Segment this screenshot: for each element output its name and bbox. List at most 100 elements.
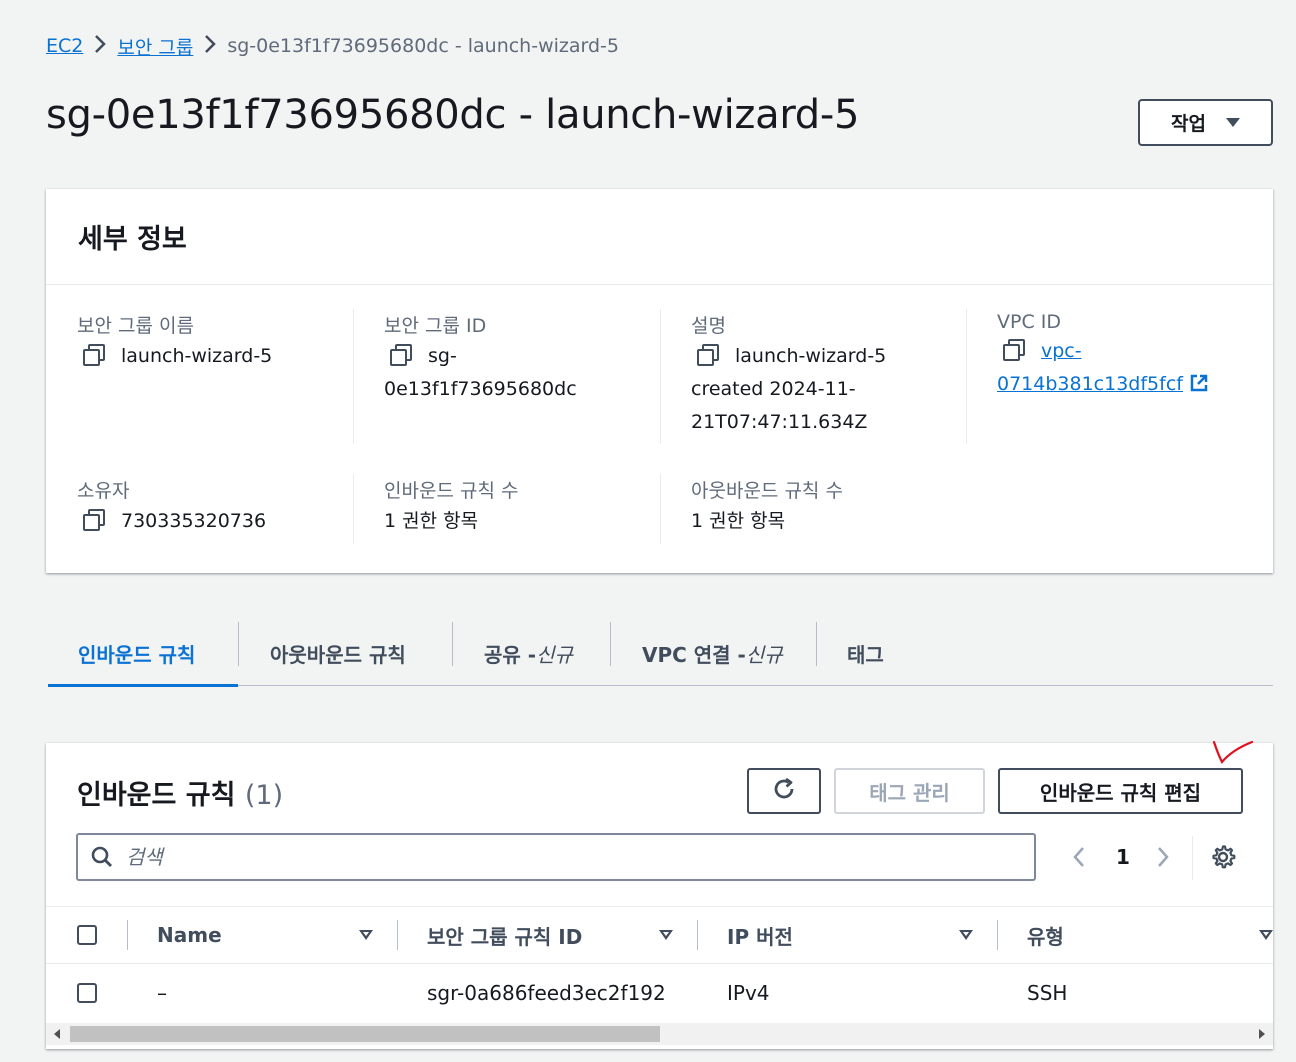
- tab-divider: [610, 622, 611, 666]
- sg-id-value: sg-: [428, 345, 457, 367]
- page-number[interactable]: 1: [1116, 845, 1130, 869]
- rules-title-text: 인바운드 규칙: [77, 780, 236, 811]
- column-divider: [397, 920, 398, 950]
- tab-label: 아웃바운드 규칙: [270, 642, 406, 667]
- column-divider: [966, 309, 967, 444]
- search-input-wrapper[interactable]: [76, 833, 1036, 881]
- inbound-rules-panel: 인바운드 규칙 (1) 태그 관리 인바운드 규칙 편집 1: [46, 743, 1273, 1049]
- tab-divider: [238, 622, 239, 666]
- search-icon: [90, 845, 114, 869]
- column-divider: [997, 920, 998, 950]
- settings-gear-icon[interactable]: [1210, 844, 1236, 870]
- breadcrumb-current: sg-0e13f1f73695680dc - launch-wizard-5: [227, 35, 619, 57]
- caret-down-icon: [1225, 118, 1240, 127]
- outbound-count-field: 아웃바운드 규칙 수 1 권한 항목: [691, 476, 843, 538]
- vpc-id-link[interactable]: vpc-: [1041, 340, 1082, 362]
- edit-inbound-rules-label: 인바운드 규칙 편집: [1039, 780, 1202, 805]
- copy-icon[interactable]: [1003, 338, 1025, 361]
- breadcrumb-security-groups-link[interactable]: 보안 그룹: [117, 33, 193, 60]
- copy-icon[interactable]: [83, 343, 105, 366]
- chevron-left-icon[interactable]: [1072, 845, 1092, 869]
- vpc-id-field: VPC ID vpc- 0714b381c13df5fcf: [997, 311, 1209, 401]
- column-divider: [353, 474, 354, 544]
- column-header-rule-id[interactable]: 보안 그룹 규칙 ID: [427, 907, 582, 963]
- description-value-cont: created 2024-11-: [691, 378, 856, 400]
- chevron-right-icon: [83, 33, 117, 60]
- tab-tags[interactable]: 태그: [847, 620, 884, 686]
- chevron-right-icon[interactable]: [1156, 845, 1176, 869]
- vpc-id-link-cont[interactable]: 0714b381c13df5fcf: [997, 373, 1183, 395]
- column-divider: [660, 474, 661, 544]
- tab-divider: [816, 622, 817, 666]
- description-field: 설명 launch-wizard-5 created 2024-11- 21T07:…: [691, 311, 886, 439]
- column-divider: [697, 920, 698, 950]
- breadcrumb-ec2-link[interactable]: EC2: [46, 35, 83, 57]
- details-title: 세부 정보: [78, 224, 187, 255]
- tab-vpc-associations[interactable]: VPC 연결 - 신규: [642, 620, 783, 686]
- tab-label: 태그: [847, 642, 884, 667]
- select-all-checkbox[interactable]: [77, 925, 97, 945]
- refresh-icon: [771, 776, 797, 807]
- pagination: 1: [1072, 839, 1176, 875]
- sg-name-value: launch-wizard-5: [121, 345, 273, 367]
- owner-label: 소유자: [77, 480, 130, 502]
- sort-caret-icon[interactable]: [959, 930, 973, 940]
- edit-inbound-rules-button[interactable]: 인바운드 규칙 편집: [998, 768, 1243, 814]
- cell-type: SSH: [1027, 981, 1068, 1005]
- new-badge: 신규: [536, 642, 573, 667]
- tab-sharing[interactable]: 공유 - 신규: [484, 620, 573, 686]
- search-input[interactable]: [126, 845, 1006, 869]
- details-panel: 세부 정보 보안 그룹 이름 launch-wizard-5 보안 그룹 ID …: [46, 189, 1273, 573]
- scroll-left-arrow-icon[interactable]: [54, 1029, 60, 1039]
- outbound-count-value: 1 권한 항목: [691, 510, 786, 532]
- annotation-checkmark-icon: [1208, 736, 1258, 774]
- tab-divider: [452, 622, 453, 666]
- row-checkbox[interactable]: [77, 983, 97, 1003]
- manage-tags-button[interactable]: 태그 관리: [834, 768, 985, 814]
- column-header-ip-version[interactable]: IP 버전: [727, 907, 793, 963]
- cell-rule-id: sgr-0a686feed3ec2f192: [427, 981, 666, 1005]
- inbound-count-label: 인바운드 규칙 수: [384, 480, 519, 502]
- page-title: sg-0e13f1f73695680dc - launch-wizard-5: [46, 92, 860, 138]
- breadcrumb: EC2 보안 그룹 sg-0e13f1f73695680dc - launch-…: [46, 32, 619, 60]
- tabs: 인바운드 규칙 아웃바운드 규칙 공유 - 신규 VPC 연결 - 신규 태그: [48, 620, 1273, 687]
- inbound-count-value: 1 권한 항목: [384, 510, 479, 532]
- column-header-name[interactable]: Name: [157, 907, 222, 963]
- copy-icon[interactable]: [390, 343, 412, 366]
- scroll-right-arrow-icon[interactable]: [1259, 1029, 1265, 1039]
- actions-label: 작업: [1171, 113, 1206, 135]
- sort-caret-icon[interactable]: [1259, 930, 1273, 940]
- table-header: Name 보안 그룹 규칙 ID IP 버전 유형: [46, 906, 1273, 964]
- cell-name: –: [157, 981, 167, 1005]
- horizontal-scrollbar[interactable]: [46, 1023, 1273, 1045]
- inbound-count-field: 인바운드 규칙 수 1 권한 항목: [384, 476, 518, 538]
- manage-tags-label: 태그 관리: [869, 780, 950, 805]
- description-value: launch-wizard-5: [735, 345, 887, 367]
- column-header-type[interactable]: 유형: [1027, 907, 1064, 963]
- vpc-id-label: VPC ID: [997, 311, 1061, 333]
- column-divider: [353, 309, 354, 444]
- tab-inbound-rules[interactable]: 인바운드 규칙: [78, 620, 195, 686]
- external-link-icon[interactable]: [1189, 371, 1209, 392]
- rules-count: (1): [244, 780, 284, 811]
- sg-id-label: 보안 그룹 ID: [384, 315, 487, 337]
- scrollbar-thumb[interactable]: [70, 1026, 660, 1042]
- actions-dropdown-button[interactable]: 작업: [1138, 99, 1273, 146]
- sort-caret-icon[interactable]: [659, 930, 673, 940]
- owner-value: 730335320736: [121, 510, 267, 532]
- refresh-button[interactable]: [747, 768, 821, 814]
- active-tab-indicator: [48, 684, 238, 687]
- column-divider: [660, 309, 661, 444]
- sg-name-label: 보안 그룹 이름: [77, 315, 194, 337]
- owner-field: 소유자 730335320736: [77, 476, 266, 538]
- column-divider: [127, 920, 128, 950]
- table-row[interactable]: – sgr-0a686feed3ec2f192 IPv4 SSH: [46, 964, 1273, 1022]
- sort-caret-icon[interactable]: [359, 930, 373, 940]
- details-header: 세부 정보: [46, 189, 1273, 285]
- copy-icon[interactable]: [83, 508, 105, 531]
- outbound-count-label: 아웃바운드 규칙 수: [691, 480, 843, 502]
- tab-outbound-rules[interactable]: 아웃바운드 규칙: [270, 620, 406, 686]
- rules-title: 인바운드 규칙 (1): [77, 773, 283, 812]
- copy-icon[interactable]: [697, 343, 719, 366]
- sg-id-value-cont: 0e13f1f73695680dc: [384, 378, 577, 400]
